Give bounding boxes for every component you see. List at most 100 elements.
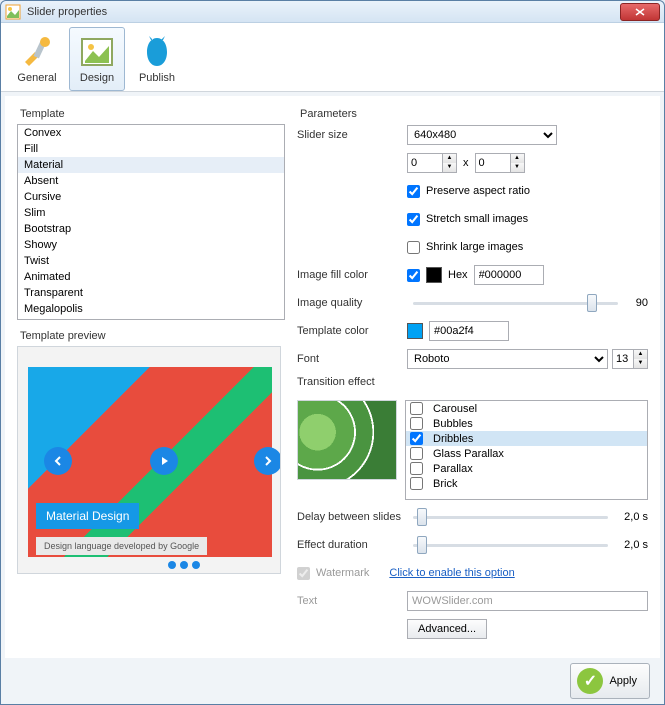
template-item[interactable]: Animated <box>18 269 284 285</box>
duration-value: 2,0 s <box>614 539 648 551</box>
preview-dots <box>168 561 200 569</box>
delay-slider[interactable] <box>413 508 608 526</box>
play-icon <box>159 456 169 466</box>
close-button[interactable] <box>620 3 660 21</box>
apply-button[interactable]: ✓ Apply <box>570 663 650 699</box>
times-label: x <box>463 157 469 169</box>
app-icon <box>5 4 21 20</box>
check-icon: ✓ <box>577 668 603 694</box>
delay-value: 2,0 s <box>614 511 648 523</box>
right-column: Parameters Slider size 640x480 ▲▼ x ▲▼ P… <box>297 108 648 646</box>
template-item[interactable]: Transparent <box>18 285 284 301</box>
effect-checkbox[interactable] <box>410 477 423 490</box>
preserve-label: Preserve aspect ratio <box>426 185 530 197</box>
template-item[interactable]: Material <box>18 157 284 173</box>
shrink-label: Shrink large images <box>426 241 523 253</box>
width-input[interactable]: ▲▼ <box>407 153 457 173</box>
template-item[interactable]: Bootstrap <box>18 221 284 237</box>
fill-color-swatch[interactable] <box>426 267 442 283</box>
shrink-checkbox[interactable] <box>407 241 420 254</box>
stretch-label: Stretch small images <box>426 213 528 225</box>
effect-item[interactable]: Carousel <box>406 401 647 416</box>
apply-label: Apply <box>609 675 637 687</box>
template-item[interactable]: Showy <box>18 237 284 253</box>
slider-size-label: Slider size <box>297 129 407 141</box>
tools-icon <box>19 34 55 70</box>
template-item[interactable]: Absent <box>18 173 284 189</box>
effect-checkbox[interactable] <box>410 432 423 445</box>
window-title: Slider properties <box>27 6 620 18</box>
template-item[interactable]: Fill <box>18 141 284 157</box>
parameters-header: Parameters <box>297 108 648 120</box>
template-item[interactable]: Cursive <box>18 189 284 205</box>
close-icon <box>635 8 645 16</box>
effect-label: Glass Parallax <box>433 448 504 460</box>
effect-label: Bubbles <box>433 418 473 430</box>
tab-label: General <box>17 72 56 84</box>
transition-label: Transition effect <box>297 376 407 388</box>
effect-item[interactable]: Parallax <box>406 461 647 476</box>
effect-item[interactable]: Glass Parallax <box>406 446 647 461</box>
template-item[interactable]: Convex <box>18 125 284 141</box>
left-column: Template ConvexFillMaterialAbsentCursive… <box>17 108 285 646</box>
template-label: Template <box>17 108 285 120</box>
quality-slider[interactable] <box>413 294 618 312</box>
delay-label: Delay between slides <box>297 511 407 523</box>
watermark-link[interactable]: Click to enable this option <box>389 567 514 579</box>
height-input[interactable]: ▲▼ <box>475 153 525 173</box>
tab-design[interactable]: Design <box>69 27 125 91</box>
preview-next-button[interactable] <box>254 447 281 475</box>
chevron-right-icon <box>263 456 273 466</box>
template-color-swatch[interactable] <box>407 323 423 339</box>
titlebar: Slider properties <box>1 1 664 23</box>
tab-publish[interactable]: Publish <box>129 27 185 91</box>
tab-label: Design <box>80 72 114 84</box>
watermark-label: Watermark <box>316 567 369 579</box>
effect-list[interactable]: Carousel Bubbles Dribbles Glass ParallaxPar… <box>405 400 648 500</box>
content-area: Template ConvexFillMaterialAbsentCursive… <box>5 96 660 658</box>
picture-icon <box>79 34 115 70</box>
window: Slider properties General Design Publish <box>0 0 665 705</box>
effect-checkbox[interactable] <box>410 402 423 415</box>
effect-label: Brick <box>433 478 457 490</box>
effect-label: Carousel <box>433 403 477 415</box>
preview-caption: Material Design <box>36 503 139 529</box>
duration-slider[interactable] <box>413 536 608 554</box>
template-item[interactable]: Twist <box>18 253 284 269</box>
font-size-input[interactable]: ▲▼ <box>612 349 648 369</box>
dot[interactable] <box>192 561 200 569</box>
template-list[interactable]: ConvexFillMaterialAbsentCursiveSlimBoots… <box>17 124 285 320</box>
effect-preview <box>297 400 397 480</box>
preview-subcaption: Design language developed by Google <box>36 537 207 555</box>
fill-hex-input[interactable] <box>474 265 544 285</box>
effect-checkbox[interactable] <box>410 462 423 475</box>
font-select[interactable]: Roboto <box>407 349 608 369</box>
stretch-checkbox[interactable] <box>407 213 420 226</box>
template-preview: Material Design Design language develope… <box>17 346 281 574</box>
tab-general[interactable]: General <box>9 27 65 91</box>
watermark-checkbox <box>297 567 310 580</box>
effect-label: Dribbles <box>433 433 473 445</box>
template-color-input[interactable] <box>429 321 509 341</box>
hex-label: Hex <box>448 269 468 281</box>
dot[interactable] <box>180 561 188 569</box>
tab-label: Publish <box>139 72 175 84</box>
effect-item[interactable]: Bubbles <box>406 416 647 431</box>
effect-checkbox[interactable] <box>410 447 423 460</box>
fill-color-label: Image fill color <box>297 269 407 281</box>
template-item[interactable]: Slim <box>18 205 284 221</box>
fill-color-checkbox[interactable] <box>407 269 420 282</box>
duration-label: Effect duration <box>297 539 407 551</box>
effect-item[interactable]: Dribbles <box>406 431 647 446</box>
font-label: Font <box>297 353 407 365</box>
dot[interactable] <box>168 561 176 569</box>
preserve-checkbox[interactable] <box>407 185 420 198</box>
footer: ✓ Apply <box>5 662 660 700</box>
template-item[interactable]: Megalopolis <box>18 301 284 317</box>
text-label: Text <box>297 595 407 607</box>
slider-size-select[interactable]: 640x480 <box>407 125 557 145</box>
chevron-left-icon <box>53 456 63 466</box>
effect-item[interactable]: Brick <box>406 476 647 491</box>
advanced-button[interactable]: Advanced... <box>407 619 487 639</box>
effect-checkbox[interactable] <box>410 417 423 430</box>
